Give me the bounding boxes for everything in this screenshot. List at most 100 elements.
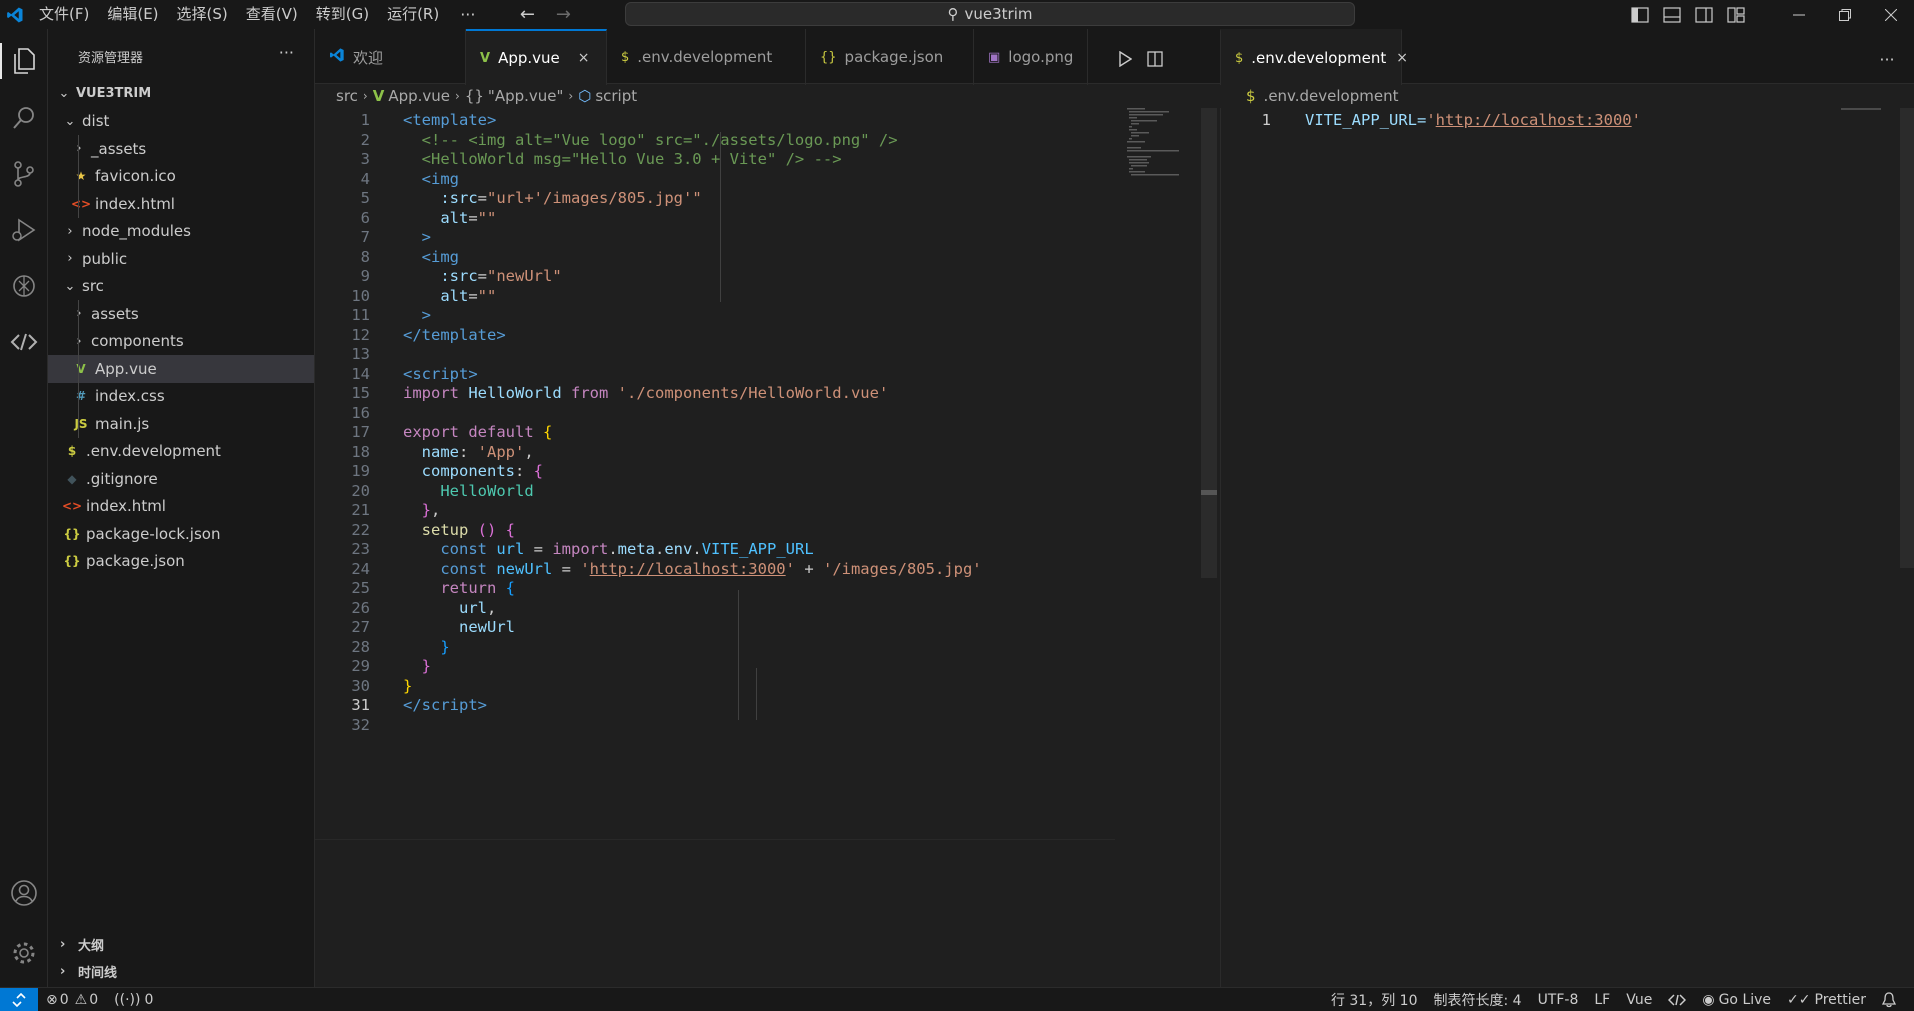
menu-run[interactable]: 运行(R) — [378, 0, 448, 29]
cursor-position[interactable]: 行 31，列 10 — [1323, 990, 1426, 1010]
tab-env-development[interactable]: $ .env.development — [607, 29, 806, 85]
minimap[interactable] — [1127, 108, 1187, 178]
tree-item[interactable]: › assets — [48, 300, 314, 328]
eol-status[interactable]: LF — [1586, 992, 1618, 1008]
timeline-section[interactable]: › 时间线 — [48, 958, 314, 985]
breadcrumb-script[interactable]: script — [595, 87, 637, 105]
toggle-sidebar-icon[interactable] — [1624, 0, 1656, 29]
run-play-icon[interactable] — [1113, 47, 1137, 71]
env-editor[interactable]: 1 VITE_APP_URL='http://localhost:3000' — [1220, 108, 1914, 987]
file-type-icon: # — [75, 389, 87, 404]
remote-code-icon[interactable] — [0, 318, 48, 366]
openai-extension-icon[interactable] — [0, 262, 48, 310]
forward-arrow-icon[interactable]: → — [545, 4, 581, 25]
tree-item[interactable]: › node_modules — [48, 218, 314, 246]
explorer-icon[interactable] — [0, 37, 48, 85]
line-number: 28 — [351, 637, 370, 656]
outline-section[interactable]: › 大纲 — [48, 931, 314, 958]
tab-logo-png[interactable]: ▣ logo.png — [974, 29, 1088, 85]
file-type-icon: <> — [71, 196, 92, 211]
env-editor-scrollbar[interactable] — [1900, 108, 1914, 568]
tab-welcome[interactable]: 欢迎 — [315, 29, 466, 85]
toggle-panel-icon[interactable] — [1656, 0, 1688, 29]
tree-item-label: _assets — [91, 139, 147, 158]
tree-item[interactable]: › _assets — [48, 135, 314, 163]
file-type-icon: {} — [63, 526, 81, 541]
tree-item[interactable]: # index.css — [48, 383, 314, 411]
source-control-icon[interactable] — [0, 150, 48, 198]
menu-go[interactable]: 转到(G) — [307, 0, 378, 29]
breadcrumb-file[interactable]: App.vue — [388, 87, 450, 105]
remote-code-status-icon[interactable] — [1660, 994, 1694, 1006]
vue-file-icon: V — [372, 87, 385, 105]
line-number: 22 — [351, 520, 370, 539]
breadcrumb-env[interactable]: .env.development — [1264, 87, 1399, 105]
menu-file[interactable]: 文件(F) — [30, 0, 98, 29]
account-icon[interactable] — [0, 869, 48, 917]
status-bar: ⊗ 0 ⚠ 0 ((·)) 0 行 31，列 10 制表符长度: 4 UTF-8… — [0, 987, 1914, 1011]
menu-selection[interactable]: 选择(S) — [168, 0, 237, 29]
menu-edit[interactable]: 编辑(E) — [98, 0, 167, 29]
breadcrumb-object[interactable]: "App.vue" — [488, 87, 563, 105]
tree-item[interactable]: › public — [48, 245, 314, 273]
env-file-icon: $ — [1246, 87, 1256, 105]
minimize-icon[interactable] — [1776, 0, 1822, 29]
tree-item[interactable]: ★ favicon.ico — [48, 163, 314, 191]
tree-item[interactable]: <> index.html — [48, 190, 314, 218]
tree-item[interactable]: ◆ .gitignore — [48, 465, 314, 493]
tree-item[interactable]: ⌄ src — [48, 273, 314, 301]
chevron-right-icon: › — [71, 141, 87, 156]
env-file-icon: $ — [621, 49, 630, 65]
toggle-secondary-sidebar-icon[interactable] — [1688, 0, 1720, 29]
menu-more-button[interactable]: ··· — [448, 0, 487, 29]
tree-item-label: index.css — [95, 387, 165, 406]
tab-size-status[interactable]: 制表符长度: 4 — [1425, 990, 1529, 1010]
ports-status[interactable]: ((·)) 0 — [106, 992, 161, 1008]
split-editor-icon[interactable] — [1143, 47, 1167, 71]
tree-item[interactable]: ⌄ dist — [48, 108, 314, 136]
problems-status[interactable]: ⊗ 0 ⚠ 0 — [38, 992, 106, 1008]
go-live-button[interactable]: ◉ Go Live — [1694, 992, 1779, 1008]
settings-gear-icon[interactable] — [0, 929, 48, 977]
menu-view[interactable]: 查看(V) — [237, 0, 307, 29]
env-url-link[interactable]: http://localhost:3000 — [1436, 111, 1632, 129]
close-tab-icon[interactable]: × — [1396, 50, 1408, 66]
run-debug-icon[interactable] — [0, 206, 48, 254]
command-center-search[interactable]: ⚲ vue3trim — [625, 2, 1355, 26]
close-window-icon[interactable] — [1868, 0, 1914, 29]
tree-item[interactable]: $ .env.development — [48, 438, 314, 466]
tree-item-label: public — [82, 249, 128, 268]
file-type-icon: <> — [62, 499, 83, 514]
encoding-status[interactable]: UTF-8 — [1530, 992, 1587, 1008]
activity-bar — [0, 29, 48, 987]
tab-app-vue[interactable]: V App.vue × — [466, 29, 607, 85]
tree-item[interactable]: JS main.js — [48, 410, 314, 438]
back-arrow-icon[interactable]: ← — [509, 4, 545, 25]
json-file-icon: {} — [820, 49, 837, 65]
language-mode[interactable]: Vue — [1618, 992, 1660, 1008]
customize-layout-icon[interactable] — [1720, 0, 1752, 29]
tree-item[interactable]: <> index.html — [48, 493, 314, 521]
editor-more-button[interactable]: ··· — [1875, 47, 1899, 71]
explorer-header: 资源管理器 ··· — [48, 29, 314, 84]
code-editor[interactable]: 1 <template> 2 <!-- <img alt="Vue logo" sr… — [315, 108, 1205, 987]
file-type-icon: V — [76, 361, 86, 376]
tree-item-label: src — [82, 277, 104, 296]
workspace-root[interactable]: ⌄ VUE3TRIM — [48, 80, 314, 108]
remote-indicator-icon[interactable] — [0, 987, 38, 1011]
editor-scrollbar[interactable] — [1201, 108, 1217, 578]
restore-icon[interactable] — [1822, 0, 1868, 29]
tab-env-development-right[interactable]: $ .env.development × — [1220, 29, 1408, 85]
search-activity-icon[interactable] — [0, 94, 48, 142]
close-tab-icon[interactable]: × — [578, 50, 590, 66]
vue-file-icon: V — [480, 50, 491, 66]
breadcrumb-src[interactable]: src — [336, 87, 358, 105]
explorer-more-button[interactable]: ··· — [279, 43, 294, 62]
tab-package-json[interactable]: {} package.json — [806, 29, 974, 85]
prettier-status[interactable]: ✓✓ Prettier — [1779, 992, 1874, 1008]
tree-item[interactable]: {} package.json — [48, 548, 314, 576]
tree-item[interactable]: V App.vue — [48, 355, 314, 383]
tree-item[interactable]: {} package-lock.json — [48, 520, 314, 548]
tree-item[interactable]: › components — [48, 328, 314, 356]
notifications-bell-icon[interactable] — [1874, 992, 1904, 1008]
